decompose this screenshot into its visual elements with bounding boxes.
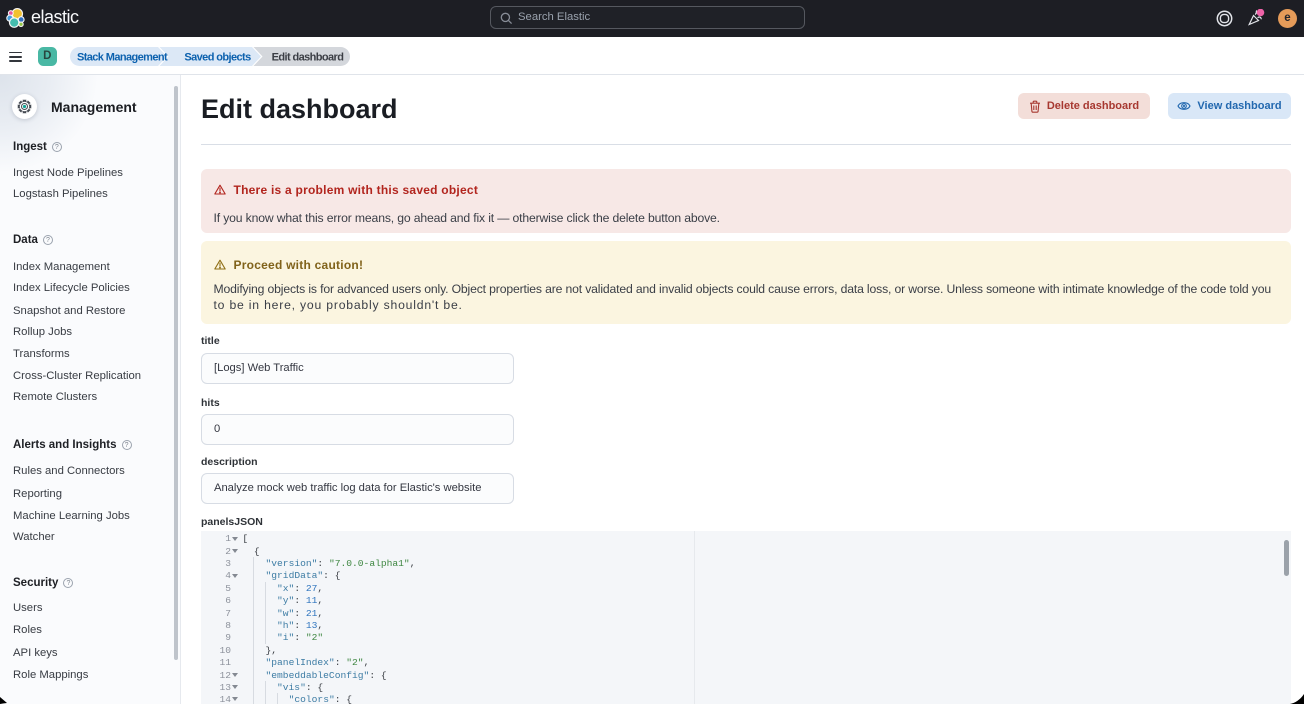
svg-text:Edit dashboard: Edit dashboard bbox=[272, 51, 344, 63]
svg-text:Saved objects: Saved objects bbox=[184, 51, 251, 63]
svg-text:Stack Management: Stack Management bbox=[77, 51, 168, 63]
